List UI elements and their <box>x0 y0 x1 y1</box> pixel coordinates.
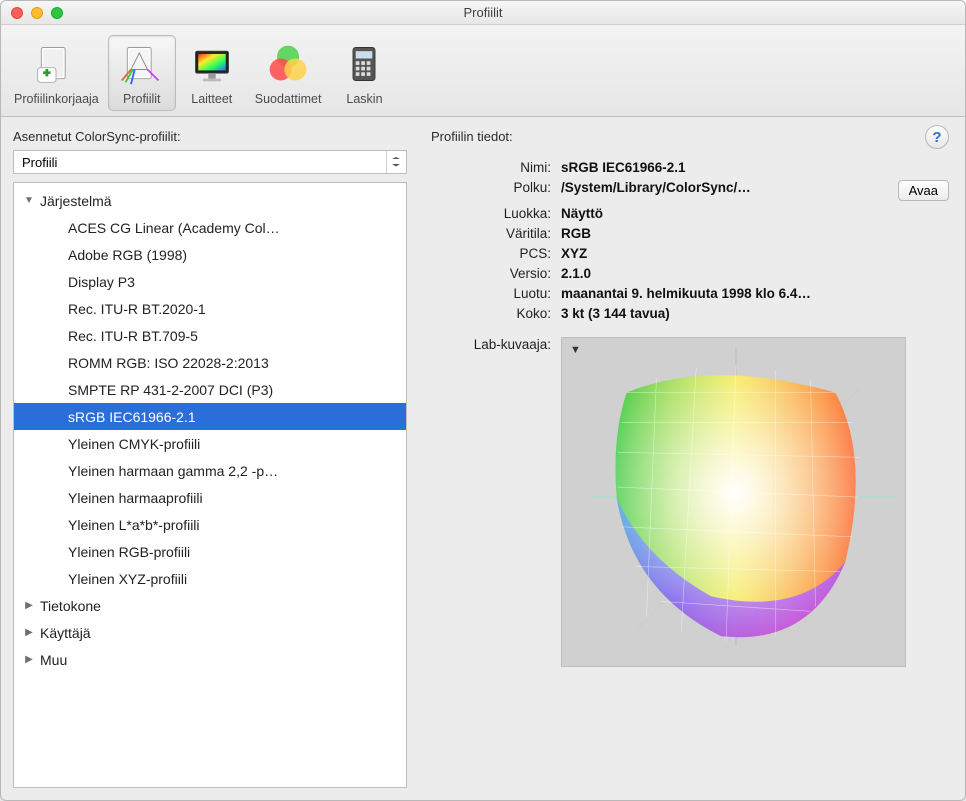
lab-plot[interactable]: ▼ <box>561 337 906 667</box>
right-pane: ? Profiilin tiedot: Nimi: sRGB IEC61966-… <box>407 117 965 800</box>
titlebar: Profiilit <box>1 1 965 25</box>
toolbar-item-laitteet[interactable]: Laitteet <box>178 35 246 111</box>
tree-group-label: Käyttäjä <box>40 625 91 641</box>
dropdown-label: Profiili <box>22 155 57 170</box>
value-name: sRGB IEC61966-2.1 <box>561 160 888 175</box>
disclosure-closed-icon[interactable]: ▶ <box>22 600 36 611</box>
left-pane: Asennetut ColorSync-profiilit: Profiili … <box>1 117 407 800</box>
tree-item[interactable]: Yleinen RGB-profiili <box>14 538 406 565</box>
tree-item-label: Yleinen CMYK-profiili <box>68 436 200 452</box>
installed-profiles-heading: Asennetut ColorSync-profiilit: <box>13 129 407 144</box>
tree-item-label: ACES CG Linear (Academy Col… <box>68 220 280 236</box>
profile-info-heading: Profiilin tiedot: <box>431 129 949 144</box>
profile-column-dropdown[interactable]: Profiili <box>13 150 407 174</box>
tree-item-label: Adobe RGB (1998) <box>68 247 187 263</box>
toolbar-item-suodattimet[interactable]: Suodattimet <box>248 35 329 111</box>
calculator-icon <box>340 40 388 88</box>
tree-item[interactable]: Rec. ITU-R BT.2020-1 <box>14 295 406 322</box>
disclosure-open-icon[interactable]: ▼ <box>22 195 36 206</box>
tree-item-label: Yleinen harmaan gamma 2,2 -p… <box>68 463 278 479</box>
tree-item[interactable]: Adobe RGB (1998) <box>14 241 406 268</box>
help-icon: ? <box>932 129 941 146</box>
value-size: 3 kt (3 144 tavua) <box>561 306 888 321</box>
label-path: Polku: <box>431 180 551 195</box>
label-size: Koko: <box>431 306 551 321</box>
toolbar-label: Laitteet <box>191 92 232 106</box>
tree-item[interactable]: ROMM RGB: ISO 22028-2:2013 <box>14 349 406 376</box>
lab-section: Lab-kuvaaja: ▼ <box>431 337 949 667</box>
toolbar-label: Laskin <box>346 92 382 106</box>
tree-item[interactable]: sRGB IEC61966-2.1 <box>14 403 406 430</box>
tree-item[interactable]: Yleinen harmaaprofiili <box>14 484 406 511</box>
tree-item[interactable]: Rec. ITU-R BT.709-5 <box>14 322 406 349</box>
value-space: RGB <box>561 226 888 241</box>
tree-item[interactable]: Yleinen XYZ-profiili <box>14 565 406 592</box>
tree-item[interactable]: Yleinen L*a*b*-profiili <box>14 511 406 538</box>
toolbar-label: Profiilinkorjaaja <box>14 92 99 106</box>
value-pcs: XYZ <box>561 246 888 261</box>
tree-item-label: ROMM RGB: ISO 22028-2:2013 <box>68 355 269 371</box>
tree-group[interactable]: ▶ Käyttäjä <box>14 619 406 646</box>
disclosure-closed-icon[interactable]: ▶ <box>22 627 36 638</box>
profile-info-table: Nimi: sRGB IEC61966-2.1 Polku: /System/L… <box>431 160 949 321</box>
toolbar-item-profiilinkorjaaja[interactable]: Profiilinkorjaaja <box>7 35 106 111</box>
profile-tree[interactable]: ▼ Järjestelmä ACES CG Linear (Academy Col…… <box>13 182 407 788</box>
tree-item-label: Yleinen harmaaprofiili <box>68 490 203 506</box>
value-version: 2.1.0 <box>561 266 888 281</box>
content-area: Asennetut ColorSync-profiilit: Profiili … <box>1 117 965 800</box>
window: Profiilit Profiilinkorjaaja <box>0 0 966 801</box>
tree-item-label: Display P3 <box>68 274 135 290</box>
value-class: Näyttö <box>561 206 888 221</box>
toolbar-label: Profiilit <box>123 92 161 106</box>
tree-group-label: Järjestelmä <box>40 193 112 209</box>
tree-group-label: Tietokone <box>40 598 101 614</box>
label-space: Väritila: <box>431 226 551 241</box>
tree-item-label: Yleinen XYZ-profiili <box>68 571 187 587</box>
tree-item-label: Yleinen L*a*b*-profiili <box>68 517 200 533</box>
tree-group[interactable]: ▼ Järjestelmä <box>14 187 406 214</box>
gamut-svg <box>562 338 905 666</box>
toolbar: Profiilinkorjaaja Profiilit <box>1 25 965 117</box>
label-created: Luotu: <box>431 286 551 301</box>
tree-item-label: SMPTE RP 431-2-2007 DCI (P3) <box>68 382 273 398</box>
monitor-icon <box>188 40 236 88</box>
disclosure-closed-icon[interactable]: ▶ <box>22 654 36 665</box>
window-title: Profiilit <box>1 5 965 20</box>
tree-item-label: Rec. ITU-R BT.2020-1 <box>68 301 206 317</box>
chevron-down-icon <box>386 151 404 173</box>
tree-item[interactable]: Display P3 <box>14 268 406 295</box>
tree-item[interactable]: ACES CG Linear (Academy Col… <box>14 214 406 241</box>
value-created: maanantai 9. helmikuuta 1998 klo 6.4… <box>561 286 888 301</box>
tree-item[interactable]: Yleinen harmaan gamma 2,2 -p… <box>14 457 406 484</box>
circles-icon <box>264 40 312 88</box>
tree-item[interactable]: Yleinen CMYK-profiili <box>14 430 406 457</box>
help-button[interactable]: ? <box>925 125 949 149</box>
prism-icon <box>118 40 166 88</box>
firstaid-icon <box>32 40 80 88</box>
toolbar-label: Suodattimet <box>255 92 322 106</box>
tree-item-label: Yleinen RGB-profiili <box>68 544 190 560</box>
label-version: Versio: <box>431 266 551 281</box>
toolbar-item-profiilit[interactable]: Profiilit <box>108 35 176 111</box>
tree-group[interactable]: ▶ Muu <box>14 646 406 673</box>
tree-group[interactable]: ▶ Tietokone <box>14 592 406 619</box>
open-button[interactable]: Avaa <box>898 180 949 201</box>
label-pcs: PCS: <box>431 246 551 261</box>
value-path: /System/Library/ColorSync/… <box>561 180 888 195</box>
label-lab: Lab-kuvaaja: <box>431 337 551 667</box>
tree-item-label: sRGB IEC61966-2.1 <box>68 409 196 425</box>
lab-disclosure-icon[interactable]: ▼ <box>570 344 581 356</box>
toolbar-item-laskin[interactable]: Laskin <box>330 35 398 111</box>
label-class: Luokka: <box>431 206 551 221</box>
tree-group-label: Muu <box>40 652 67 668</box>
tree-item-label: Rec. ITU-R BT.709-5 <box>68 328 198 344</box>
tree-item[interactable]: SMPTE RP 431-2-2007 DCI (P3) <box>14 376 406 403</box>
label-name: Nimi: <box>431 160 551 175</box>
